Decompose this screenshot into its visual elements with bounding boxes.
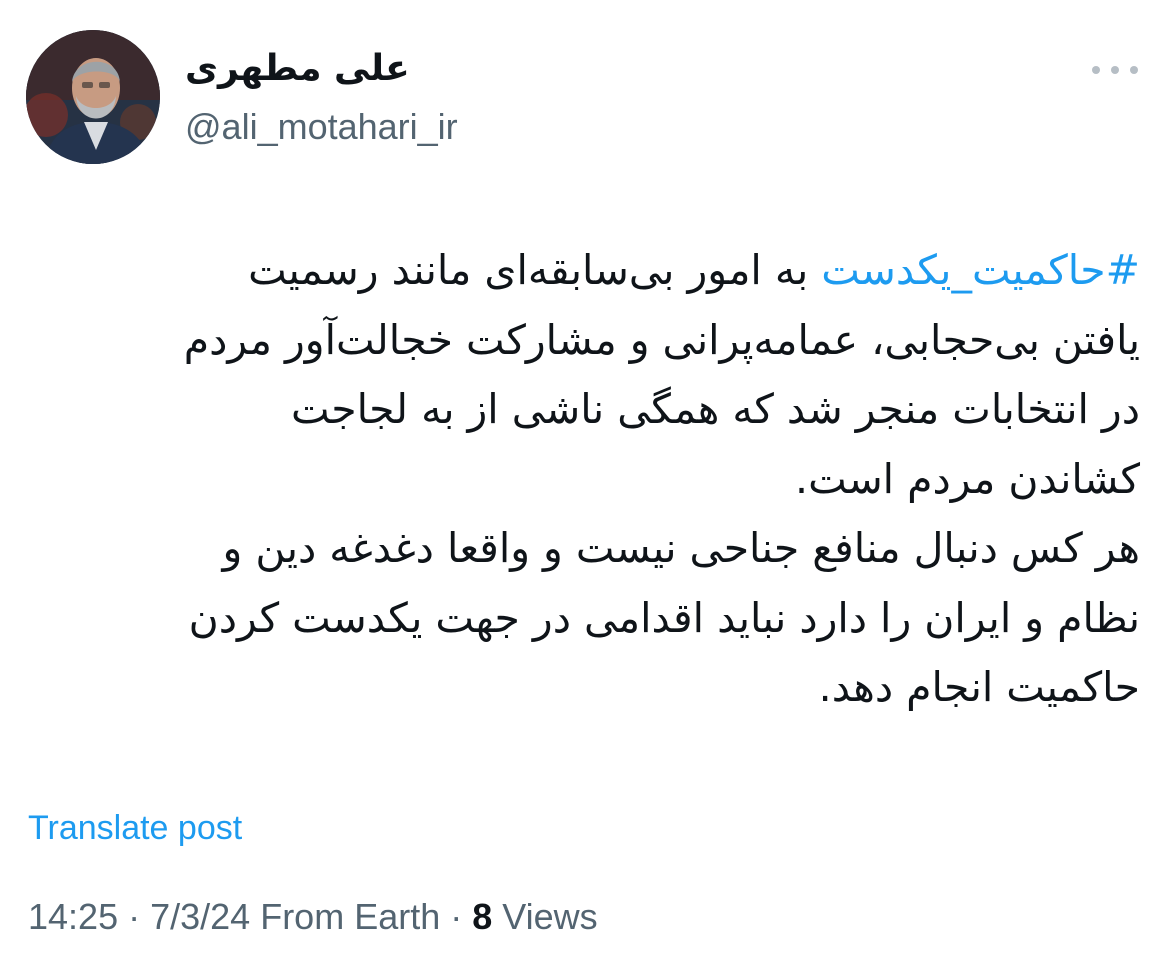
meta-separator: ·: [440, 896, 473, 937]
tweet-line: در انتخابات منجر شد که همگی ناشی از به ل…: [291, 385, 1140, 433]
views-count: 8: [472, 896, 493, 937]
display-name[interactable]: علی مطهری: [185, 44, 410, 94]
tweet-line: هر کس دنبال منافع جناحی نیست و واقعا دغد…: [222, 524, 1140, 572]
translate-post-link[interactable]: Translate post: [28, 806, 242, 850]
tweet-text: #حاکمیت_یکدست به امور بی‌سابقه‌ای مانند …: [40, 236, 1140, 723]
meta-separator: ·: [118, 896, 151, 937]
tweet-line: نظام و ایران را دارد نباید اقدامی در جهت…: [188, 593, 1140, 642]
avatar-photo: [26, 30, 160, 164]
tweet-meta: 14:25 · 7/3/24 From Earth · 8 Views: [28, 894, 598, 940]
tweet-header: علی مطهری @ali_motahari_ir: [26, 30, 1146, 166]
tweet-line: یافتن بی‌حجابی، عمامه‌پرانی و مشارکت خجا…: [183, 315, 1140, 364]
post-source: From Earth: [260, 896, 441, 937]
avatar[interactable]: [26, 30, 160, 164]
user-handle[interactable]: @ali_motahari_ir: [185, 102, 458, 152]
hashtag-link[interactable]: #حاکمیت_یکدست: [821, 246, 1140, 294]
more-dot: [1130, 66, 1138, 74]
more-dot: [1092, 66, 1100, 74]
post-date[interactable]: 7/3/24: [150, 896, 250, 937]
more-dot: [1111, 66, 1119, 74]
tweet-line: حاکمیت انجام دهد.: [818, 663, 1140, 711]
tweet-line: #حاکمیت_یکدست به امور بی‌سابقه‌ای مانند …: [40, 236, 1140, 306]
tweet-line-text: به امور بی‌سابقه‌ای مانند رسمیت: [248, 246, 822, 294]
post-time[interactable]: 14:25: [28, 896, 118, 937]
tweet-line: کشاندن مردم است.: [795, 454, 1140, 503]
more-horizontal-icon[interactable]: [1092, 56, 1138, 84]
views-label: Views: [502, 896, 598, 937]
